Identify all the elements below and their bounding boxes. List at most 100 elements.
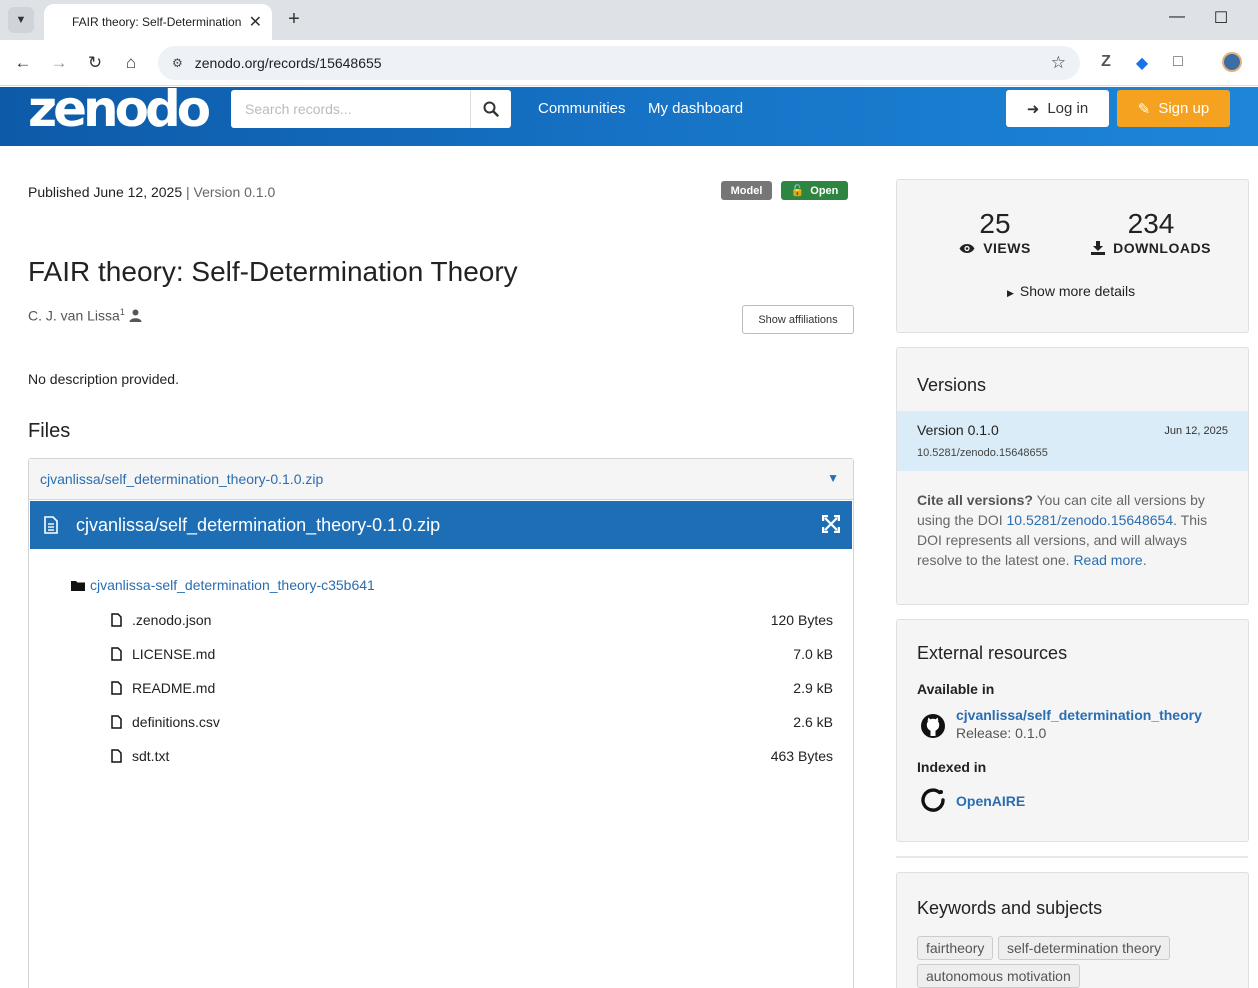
creator[interactable]: C. J. van Lissa1 [28, 307, 142, 324]
eye-icon [959, 243, 975, 253]
site-header: zenodo Communities My dashboard ➜ Log in… [0, 84, 1258, 146]
versions-card: Versions Version 0.1.0 Jun 12, 2025 10.5… [896, 347, 1249, 605]
bookmark-star-icon[interactable]: ☆ [1051, 53, 1066, 73]
fullscreen-icon[interactable] [822, 515, 840, 533]
tab-title: FAIR theory: Self-Determination [72, 15, 242, 29]
address-bar[interactable]: ⚙ zenodo.org/records/15648655 ☆ [158, 46, 1080, 80]
read-more-link[interactable]: Read more [1073, 552, 1142, 568]
github-repo-link[interactable]: cjvanlissa/self_determination_theory [956, 707, 1202, 723]
github-release: Release: 0.1.0 [956, 725, 1047, 741]
files-panel: cjvanlissa/self_determination_theory-0.1… [28, 458, 854, 988]
zip-name: cjvanlissa/self_determination_theory-0.1… [76, 514, 441, 535]
caret-right-icon: ▶ [1007, 288, 1014, 298]
home-icon[interactable]: ⌂ [118, 50, 144, 76]
indexed-in-heading: Indexed in [917, 759, 987, 775]
file-name: sdt.txt [132, 748, 170, 764]
zenodo-logo[interactable]: zenodo [28, 84, 211, 135]
minimize-icon[interactable]: — [1162, 8, 1192, 26]
keyword-tag[interactable]: autonomous motivation [917, 964, 1080, 988]
external-resources-heading: External resources [917, 643, 1068, 663]
file-row: sdt.txt 463 Bytes [111, 748, 833, 764]
published-date: Published June 12, 2025 [28, 184, 183, 200]
edit-icon: ✎ [1137, 100, 1151, 118]
browser-tab[interactable]: FAIR theory: Self-Determination ✕ [44, 4, 272, 40]
file-size: 120 Bytes [770, 612, 833, 628]
sign-in-icon: ➜ [1026, 100, 1040, 118]
file-name: LICENSE.md [132, 646, 216, 662]
back-icon[interactable]: ← [10, 50, 36, 76]
site-info-icon[interactable]: ⚙ [172, 56, 183, 70]
views-count: 25 [979, 208, 1011, 239]
show-more-details-label[interactable]: Show more details [1020, 283, 1135, 299]
versions-heading: Versions [917, 375, 987, 395]
access-badge-label: Open [810, 184, 839, 197]
file-size: 2.6 kB [793, 714, 833, 730]
sidebar-divider [896, 856, 1248, 858]
file-row: definitions.csv 2.6 kB [111, 714, 833, 730]
file-name: definitions.csv [132, 714, 220, 730]
browser-tabstrip: ▼ FAIR theory: Self-Determination ✕ + — … [0, 0, 1258, 40]
download-icon [1091, 241, 1106, 255]
show-more-details[interactable]: ▶ Show more details [1007, 283, 1135, 299]
cite-all-versions: Cite all versions? You can cite all vers… [917, 490, 1217, 570]
stats-card: 25 VIEWS 234 DOWNLOADS ▶ Show more detail… [896, 179, 1249, 333]
search-bar [231, 90, 511, 128]
file-size: 2.9 kB [793, 680, 833, 696]
version-item[interactable]: Version 0.1.0 Jun 12, 2025 10.5281/zenod… [897, 411, 1248, 471]
file-size: 463 Bytes [770, 748, 833, 764]
files-heading: Files [28, 420, 71, 442]
file-size: 7.0 kB [793, 646, 833, 662]
github-icon [921, 714, 945, 738]
version-label: Version 0.1.0 [193, 184, 276, 200]
description: No description provided. [28, 371, 179, 387]
downloads-count: 234 [1127, 208, 1175, 239]
maximize-icon[interactable]: ☐ [1206, 8, 1236, 28]
views-stat: 25 VIEWS [955, 208, 1035, 256]
nav-my-dashboard[interactable]: My dashboard [648, 100, 743, 117]
login-button[interactable]: ➜ Log in [1006, 90, 1109, 127]
files-accordion-header[interactable]: cjvanlissa/self_determination_theory-0.1… [29, 459, 853, 500]
concept-doi-link[interactable]: 10.5281/zenodo.15648654 [1007, 512, 1174, 528]
file-icon [111, 715, 122, 729]
nav-communities[interactable]: Communities [538, 100, 626, 117]
folder-name[interactable]: cjvanlissa-self_determination_theory-c35… [90, 577, 375, 593]
keyword-tag[interactable]: fairtheory [917, 936, 994, 960]
access-badge: 🔓 Open [781, 181, 848, 200]
profile-avatar[interactable] [1222, 52, 1242, 72]
file-name: README.md [132, 680, 216, 696]
file-row: .zenodo.json 120 Bytes [111, 612, 833, 628]
folder-row[interactable]: cjvanlissa-self_determination_theory-c35… [71, 577, 375, 593]
chevron-down-icon[interactable]: ▼ [827, 471, 839, 485]
zotero-extension-icon[interactable]: Z [1095, 53, 1117, 71]
extensions-puzzle-icon[interactable]: □ [1167, 53, 1189, 71]
keyword-tag[interactable]: self-determination theory [998, 936, 1171, 960]
url-text[interactable]: zenodo.org/records/15648655 [195, 55, 382, 71]
keywords-heading: Keywords and subjects [917, 898, 1103, 918]
search-button[interactable] [470, 90, 511, 128]
file-name: .zenodo.json [132, 612, 212, 628]
file-icon [111, 749, 122, 763]
new-tab-icon[interactable]: + [284, 8, 304, 31]
files-accordion-title[interactable]: cjvanlissa/self_determination_theory-0.1… [40, 471, 323, 487]
reload-icon[interactable]: ↻ [82, 50, 108, 76]
downloads-stat: 234 DOWNLOADS [1089, 208, 1213, 256]
show-affiliations-button[interactable]: Show affiliations [742, 305, 854, 334]
tab-search-button[interactable]: ▼ [8, 7, 34, 33]
extension-icon[interactable]: ◆ [1131, 53, 1153, 73]
version-date: Jun 12, 2025 [1164, 425, 1228, 437]
version-name[interactable]: Version 0.1.0 [917, 422, 999, 438]
search-input[interactable] [231, 90, 470, 128]
file-icon [111, 647, 122, 661]
search-icon [483, 101, 499, 117]
tab-close-icon[interactable]: ✕ [249, 12, 262, 32]
forward-icon[interactable]: → [46, 50, 72, 76]
openaire-icon [921, 788, 945, 812]
signup-button[interactable]: ✎ Sign up [1117, 90, 1230, 127]
file-row: README.md 2.9 kB [111, 680, 833, 696]
views-label: VIEWS [983, 240, 1031, 256]
resource-type-badge: Model [721, 181, 772, 200]
downloads-label-row: DOWNLOADS [1089, 240, 1213, 256]
author-name[interactable]: C. J. van Lissa [28, 308, 120, 324]
openaire-link[interactable]: OpenAIRE [956, 793, 1025, 809]
views-label-row: VIEWS [955, 240, 1035, 256]
